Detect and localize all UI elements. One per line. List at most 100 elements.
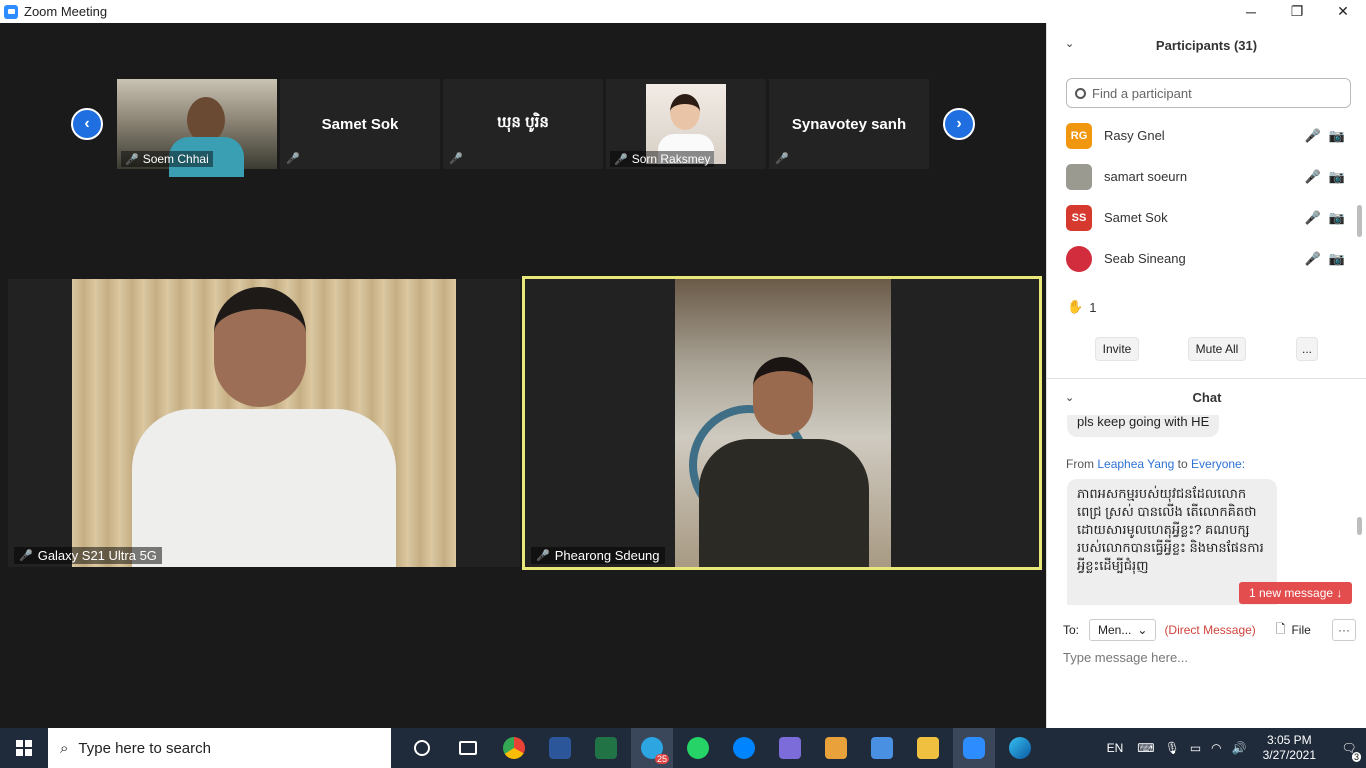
mute-all-button[interactable]: Mute All xyxy=(1188,337,1246,361)
muted-mic-icon: 🎤 xyxy=(1304,250,1321,266)
search-icon xyxy=(1075,87,1086,99)
participants-title: Participants (31) xyxy=(1155,37,1258,53)
excel-icon[interactable] xyxy=(585,728,627,768)
participant-name: Samet Sok xyxy=(1104,210,1168,225)
participant-name: samart soeurn xyxy=(1104,169,1188,184)
muted-mic-icon: 🎤 xyxy=(614,153,628,166)
word-icon[interactable] xyxy=(539,728,581,768)
thumbnail-label: 🎤 Sorn Raksmey xyxy=(610,151,715,167)
chevron-down-icon: ⌄ xyxy=(1137,623,1148,637)
muted-mic-icon: 🎤 xyxy=(1304,127,1321,143)
telegram-icon[interactable]: 25 xyxy=(631,728,673,768)
participants-scrollbar[interactable] xyxy=(1357,205,1362,237)
mic-icon: 🎤 xyxy=(19,550,33,562)
avatar: RG xyxy=(1066,122,1092,149)
meeting-area: ‹ 🎤 Soem Chhai Samet Sok 🎤 ឃុន បូរិន 🎤 🎤 S… xyxy=(0,23,1046,728)
invite-button[interactable]: Invite xyxy=(1095,337,1139,361)
keyboard-icon[interactable]: ⌨ xyxy=(1137,741,1154,755)
participant-row[interactable]: SS Samet Sok 🎤 📷 xyxy=(1047,197,1366,238)
search-placeholder: Type here to search xyxy=(78,739,211,757)
video-editor-icon[interactable] xyxy=(769,728,811,768)
thumbnail-sorn-raksmey[interactable]: 🎤 Sorn Raksmey xyxy=(606,79,766,169)
file-button[interactable]: 🗋 File xyxy=(1276,620,1311,641)
raised-hand-count: 1 xyxy=(1089,299,1097,315)
chrome-icon[interactable] xyxy=(493,728,535,768)
chat-recipient-row: To: Men... ⌄ (Direct Message) 🗋 File xyxy=(1063,619,1363,641)
participant-row[interactable]: Seab Sineang 🎤 📷 xyxy=(1047,238,1366,279)
action-center-button[interactable]: 🗨 3 xyxy=(1332,728,1366,768)
search-placeholder: Find a participant xyxy=(1092,85,1192,101)
thumbnail-soem-chhai[interactable]: 🎤 Soem Chhai xyxy=(117,79,277,177)
message-sender-line: From Leaphea Yang to Everyone: xyxy=(1066,457,1245,471)
participant-name: Synavotey sanh xyxy=(791,115,907,133)
chevron-down-icon[interactable]: ⌄ xyxy=(1065,37,1074,50)
video-tile-phearong-active-speaker[interactable]: 🎤 Phearong Sdeung xyxy=(522,276,1042,570)
video-tile-galaxy[interactable]: 🎤 Galaxy S21 Ultra 5G xyxy=(8,279,520,567)
taskbar-search-box[interactable]: ⌕ Type here to search xyxy=(48,728,391,768)
start-button[interactable] xyxy=(0,728,48,768)
recipient-select[interactable]: Men... ⌄ xyxy=(1089,619,1157,641)
recipient-name: Everyone: xyxy=(1191,457,1246,471)
thumbnail-khun-borin[interactable]: ឃុន បូរិន 🎤 xyxy=(443,79,603,169)
to-label: To: xyxy=(1063,623,1080,637)
windows-logo-icon xyxy=(16,740,32,756)
language-indicator[interactable]: EN xyxy=(1107,741,1124,755)
chat-more-button[interactable]: ··· xyxy=(1332,619,1356,641)
battery-icon[interactable]: ▭ xyxy=(1190,741,1201,755)
window-titlebar: Zoom Meeting ─ ❐ ✕ xyxy=(0,0,1366,23)
to-word: to xyxy=(1177,457,1188,471)
minimize-button[interactable]: ─ xyxy=(1228,0,1274,23)
muted-mic-icon: 🎤 xyxy=(286,153,300,165)
task-view-icon[interactable] xyxy=(447,728,489,768)
more-options-button[interactable]: ... xyxy=(1296,337,1318,361)
participant-name: Phearong Sdeung xyxy=(554,548,660,563)
direct-message-label: (Direct Message) xyxy=(1164,623,1256,637)
clock-time: 3:05 PM xyxy=(1266,733,1312,747)
mic-icon: 🎤 xyxy=(536,550,550,562)
avatar: SS xyxy=(1066,204,1092,231)
whatsapp-icon[interactable] xyxy=(677,728,719,768)
cortana-icon[interactable] xyxy=(401,728,443,768)
avatar xyxy=(1066,163,1092,190)
sender-name[interactable]: Leaphea Yang xyxy=(1097,457,1174,471)
participant-search-input[interactable]: Find a participant xyxy=(1066,78,1351,108)
messenger-icon[interactable] xyxy=(723,728,765,768)
chat-input[interactable]: Type message here... xyxy=(1063,650,1188,665)
thumbnail-synavotey-sanh[interactable]: Synavotey sanh 🎤 xyxy=(769,79,929,169)
participant-row[interactable]: RG Rasy Gnel 🎤 📷 xyxy=(1047,115,1366,156)
participant-name: ឃុន បូរិន xyxy=(497,114,549,131)
zoom-icon[interactable] xyxy=(953,728,995,768)
muted-mic-icon: 🎤 xyxy=(775,153,789,165)
avatar xyxy=(1066,245,1092,272)
restore-button[interactable]: ❐ xyxy=(1274,0,1320,23)
chevron-down-icon[interactable]: ⌄ xyxy=(1065,391,1074,404)
telegram-badge: 25 xyxy=(654,754,669,764)
file-icon: 🗋 xyxy=(1275,621,1286,636)
next-page-button[interactable]: › xyxy=(943,108,975,140)
from-prefix: From xyxy=(1066,457,1094,471)
microphone-icon[interactable]: 🎙 xyxy=(1165,741,1180,755)
paint-icon[interactable] xyxy=(815,728,857,768)
participant-row[interactable]: samart soeurn 🎤 📷 xyxy=(1047,156,1366,197)
volume-icon[interactable]: 🔊 xyxy=(1232,741,1247,755)
thumbnail-samet-sok[interactable]: Samet Sok 🎤 xyxy=(280,79,440,169)
close-button[interactable]: ✕ xyxy=(1320,0,1366,23)
clock[interactable]: 3:05 PM 3/27/2021 xyxy=(1263,733,1316,763)
file-explorer-icon[interactable] xyxy=(907,728,949,768)
chat-title: Chat xyxy=(1192,389,1222,405)
chat-messages: pls keep going with HE From Leaphea Yang… xyxy=(1047,415,1366,605)
new-message-button[interactable]: 1 new message ↓ xyxy=(1239,582,1353,604)
participant-name: Galaxy S21 Ultra 5G xyxy=(37,548,157,563)
window-title: Zoom Meeting xyxy=(24,4,108,19)
video-off-icon: 📷 xyxy=(1328,168,1345,184)
tile-label: 🎤 Phearong Sdeung xyxy=(531,547,665,564)
prev-page-button[interactable]: ‹ xyxy=(71,108,103,140)
chat-header: ⌄ Chat xyxy=(1047,379,1366,415)
participant-video xyxy=(675,279,891,567)
tile-label: 🎤 Galaxy S21 Ultra 5G xyxy=(14,547,162,564)
photos-icon[interactable] xyxy=(861,728,903,768)
chat-scrollbar[interactable] xyxy=(1357,517,1362,535)
edge-icon[interactable] xyxy=(999,728,1041,768)
wifi-icon[interactable]: ◠ xyxy=(1211,741,1221,755)
muted-mic-icon: 🎤 xyxy=(1304,168,1321,184)
